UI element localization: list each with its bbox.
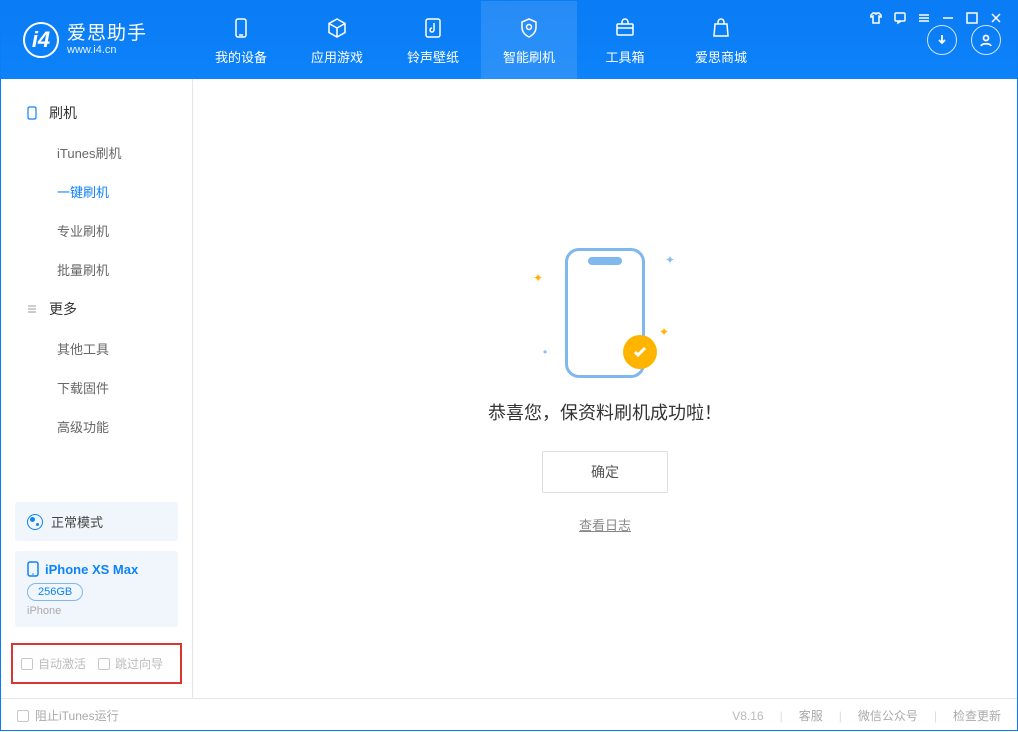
win-maximize-icon[interactable]: [965, 11, 979, 25]
device-type: iPhone: [27, 605, 166, 617]
sidebar-item-1-1[interactable]: 下载固件: [1, 368, 192, 407]
sidebar-item-1-0[interactable]: 其他工具: [1, 329, 192, 368]
nav-tab-label: 智能刷机: [503, 47, 555, 66]
sidebar-item-1-2[interactable]: 高级功能: [1, 407, 192, 446]
header: i4 爱思助手 www.i4.cn 我的设备 应用游戏 铃声壁纸 智能刷机 工具箱 爱思商…: [1, 1, 1017, 79]
footer-link-update[interactable]: 检查更新: [953, 707, 1001, 724]
block-itunes-checkbox[interactable]: 阻止iTunes运行: [17, 707, 119, 724]
footer: 阻止iTunes运行 V8.16 | 客服 | 微信公众号 | 检查更新: [1, 698, 1017, 732]
nav-tab-3[interactable]: 智能刷机: [481, 1, 577, 79]
nav-tab-label: 铃声壁纸: [407, 47, 459, 66]
mode-icon: [27, 514, 43, 530]
nav-tab-2[interactable]: 铃声壁纸: [385, 1, 481, 79]
music-icon: [420, 15, 446, 41]
sidebar-item-0-2[interactable]: 专业刷机: [1, 211, 192, 250]
nav-tab-label: 工具箱: [605, 47, 644, 66]
nav-tab-4[interactable]: 工具箱: [577, 1, 673, 79]
list-icon: [25, 302, 39, 316]
nav-tab-label: 应用游戏: [311, 47, 363, 66]
nav-tab-1[interactable]: 应用游戏: [289, 1, 385, 79]
device-name: iPhone XS Max: [45, 562, 138, 577]
device-panel[interactable]: iPhone XS Max 256GB iPhone: [15, 551, 178, 627]
auto-activate-checkbox[interactable]: 自动激活: [21, 655, 86, 672]
logo-icon: i4: [23, 22, 59, 58]
device-storage: 256GB: [27, 583, 83, 601]
mode-panel[interactable]: 正常模式: [15, 502, 178, 541]
device-icon: [228, 15, 254, 41]
skip-guide-checkbox[interactable]: 跳过向导: [98, 655, 163, 672]
win-feedback-icon[interactable]: [893, 11, 907, 25]
win-tshirt-icon[interactable]: [869, 11, 883, 25]
gear-shield-icon: [516, 15, 542, 41]
bag-icon: [708, 15, 734, 41]
footer-link-support[interactable]: 客服: [799, 707, 823, 724]
ok-button[interactable]: 确定: [542, 451, 668, 493]
logo: i4 爱思助手 www.i4.cn: [1, 1, 193, 79]
nav-tab-label: 爱思商城: [695, 47, 747, 66]
sidebar-item-0-3[interactable]: 批量刷机: [1, 250, 192, 289]
sidebar-group-0: 刷机: [1, 93, 192, 133]
win-minimize-icon[interactable]: [941, 11, 955, 25]
nav-tab-label: 我的设备: [215, 47, 267, 66]
win-close-icon[interactable]: [989, 11, 1003, 25]
download-button[interactable]: [927, 25, 957, 55]
win-menu-icon[interactable]: [917, 11, 931, 25]
nav-tab-0[interactable]: 我的设备: [193, 1, 289, 79]
app-name: 爱思助手: [67, 24, 147, 45]
nav-tab-5[interactable]: 爱思商城: [673, 1, 769, 79]
user-button[interactable]: [971, 25, 1001, 55]
sidebar: 刷机iTunes刷机一键刷机专业刷机批量刷机更多其他工具下载固件高级功能 正常模…: [1, 79, 193, 698]
content: ✦✦•✦ 恭喜您，保资料刷机成功啦！ 确定 查看日志: [193, 79, 1017, 698]
mode-label: 正常模式: [51, 512, 103, 531]
sidebar-item-0-1[interactable]: 一键刷机: [1, 172, 192, 211]
sidebar-item-0-0[interactable]: iTunes刷机: [1, 133, 192, 172]
toolbox-icon: [612, 15, 638, 41]
app-url: www.i4.cn: [67, 44, 147, 56]
success-message: 恭喜您，保资料刷机成功啦！: [488, 399, 722, 425]
cube-icon: [324, 15, 350, 41]
highlighted-options: 自动激活 跳过向导: [11, 643, 182, 684]
sidebar-group-1: 更多: [1, 289, 192, 329]
view-log-link[interactable]: 查看日志: [579, 515, 631, 534]
phone-icon: [27, 561, 39, 577]
success-illustration: ✦✦•✦: [525, 243, 685, 383]
footer-link-wechat[interactable]: 微信公众号: [858, 707, 918, 724]
check-icon: [623, 335, 657, 369]
version-label: V8.16: [732, 709, 763, 723]
phone-icon: [25, 106, 39, 120]
